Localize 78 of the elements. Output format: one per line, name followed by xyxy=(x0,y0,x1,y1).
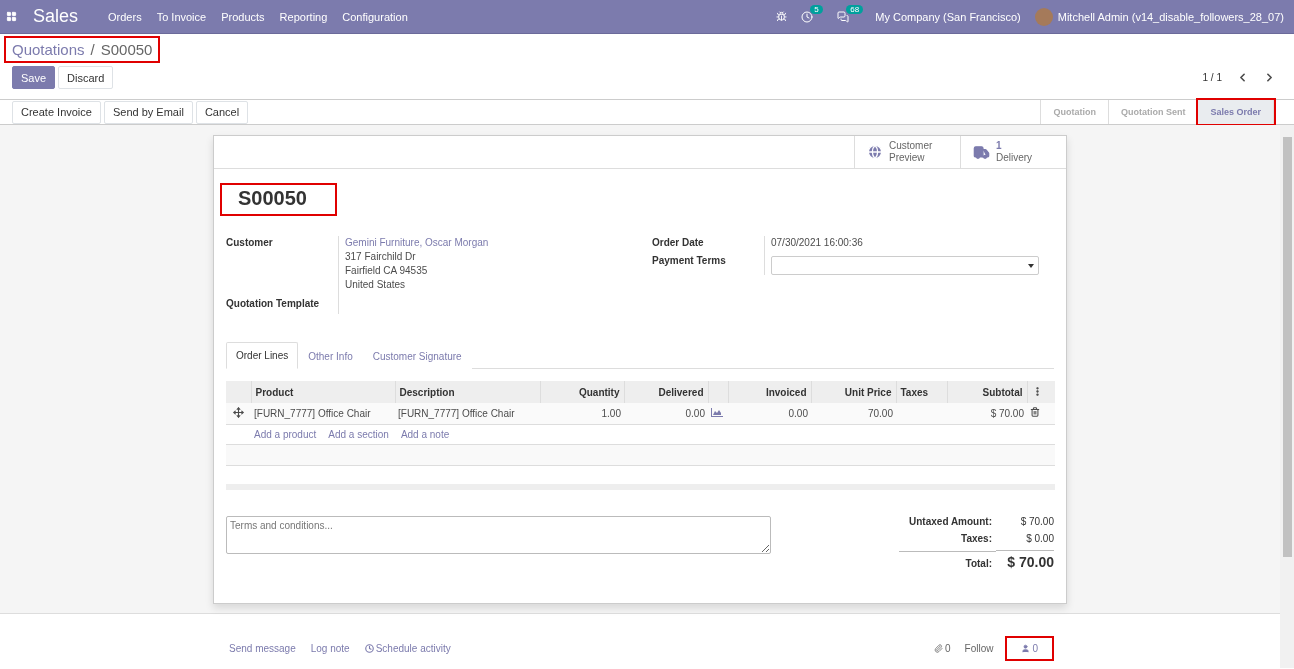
column-header[interactable]: Taxes xyxy=(896,381,947,403)
attachments-button[interactable]: 0 xyxy=(933,642,951,654)
column-header[interactable]: Invoiced xyxy=(728,381,811,403)
clock-icon xyxy=(364,643,374,653)
add-line-link[interactable]: Add a section xyxy=(328,428,389,440)
menu-item[interactable]: Orders xyxy=(108,10,142,23)
person-icon xyxy=(1021,643,1031,653)
table-cell: 0.00 xyxy=(624,403,708,424)
status-step[interactable]: Sales Order xyxy=(1198,100,1274,124)
message-count: 68 xyxy=(846,4,864,14)
discard-button[interactable]: Discard xyxy=(58,66,114,89)
total-label: Untaxed Amount: xyxy=(908,516,993,527)
breadcrumb-current: S00050 xyxy=(100,41,153,58)
pager-counter: 1 / 1 xyxy=(1202,72,1222,83)
chatter-link[interactable]: Log note xyxy=(310,642,350,654)
paperclip-icon xyxy=(933,643,943,653)
field-label: Order Date xyxy=(652,236,705,250)
delivery-button[interactable]: 1 Delivery xyxy=(960,136,1066,168)
terms-field[interactable]: Terms and conditions... xyxy=(226,516,771,554)
total-value: $ 70.00 xyxy=(996,550,1054,570)
trash-icon[interactable] xyxy=(1030,407,1040,418)
clock-icon[interactable] xyxy=(801,10,814,23)
total-label: Taxes: xyxy=(960,533,993,544)
menu-item[interactable]: Configuration xyxy=(342,10,408,23)
column-header[interactable]: Delivered xyxy=(624,381,708,403)
column-header[interactable]: Unit Price xyxy=(811,381,896,403)
address-line: United States xyxy=(345,278,407,292)
action-button[interactable]: Cancel xyxy=(195,100,249,124)
apps-menu-icon[interactable] xyxy=(6,11,17,22)
add-line-link[interactable]: Add a product xyxy=(254,428,317,440)
total-value: $ 70.00 xyxy=(1019,516,1054,527)
user-menu[interactable]: Mitchell Admin (v14_disable_followers_28_07) xyxy=(1057,10,1284,23)
address-line: Fairfield CA 94535 xyxy=(345,264,429,278)
follow-button[interactable]: Follow xyxy=(964,642,994,654)
address-line: 317 Fairchild Dr xyxy=(345,250,417,264)
followers-button[interactable]: 0 xyxy=(1007,637,1052,659)
table-cell: 0.00 xyxy=(728,403,811,424)
schedule-activity-link[interactable]: Schedule activity xyxy=(364,642,451,654)
tab[interactable]: Order Lines xyxy=(226,342,299,369)
globe-icon xyxy=(867,144,883,160)
table-cell: [FURN_7777] Office Chair xyxy=(395,403,540,424)
caret-icon xyxy=(1028,263,1034,268)
breadcrumb-separator: / xyxy=(90,41,95,58)
breadcrumb-link[interactable]: Quotations xyxy=(12,41,85,58)
table-cell: [FURN_7777] Office Chair xyxy=(251,403,395,424)
menu-item[interactable]: Reporting xyxy=(279,10,328,23)
record-title: S00050 xyxy=(222,185,335,214)
add-line-link[interactable]: Add a note xyxy=(400,428,450,440)
save-button[interactable]: Save xyxy=(12,66,56,89)
total-label: Total: xyxy=(899,551,996,569)
truck-icon xyxy=(973,143,990,161)
field-label: Payment Terms xyxy=(652,254,727,268)
chat-icon[interactable] xyxy=(837,10,850,23)
company-switcher[interactable]: My Company (San Francisco) xyxy=(875,10,1021,23)
table-cell: 1.00 xyxy=(540,403,624,424)
bug-icon[interactable] xyxy=(776,11,788,22)
scrollbar[interactable] xyxy=(1280,125,1294,668)
table-cell: 70.00 xyxy=(811,403,896,424)
field-label: Customer xyxy=(226,236,274,250)
action-button[interactable]: Create Invoice xyxy=(12,100,101,124)
customer-preview-button[interactable]: Customer Preview xyxy=(854,136,960,168)
activity-count: 5 xyxy=(810,4,823,14)
column-header[interactable]: Product xyxy=(251,381,395,403)
column-header[interactable]: Subtotal xyxy=(947,381,1027,403)
customer-link[interactable]: Gemini Furniture, Oscar Morgan xyxy=(345,236,634,250)
drag-handle-icon[interactable] xyxy=(233,406,244,418)
total-value: $ 0.00 xyxy=(1025,533,1054,544)
area-chart-icon[interactable] xyxy=(711,407,723,417)
app-name: Sales xyxy=(33,6,79,27)
column-header[interactable]: Description xyxy=(395,381,540,403)
menu-item[interactable]: Products xyxy=(221,10,265,23)
action-button[interactable]: Send by Email xyxy=(103,100,193,124)
table-cell: $ 70.00 xyxy=(947,403,1027,424)
field-label: Quotation Template xyxy=(226,297,321,311)
order-date-value: 07/30/2021 16:00:36 xyxy=(771,236,864,250)
chatter-link[interactable]: Send message xyxy=(229,642,296,654)
menu-item[interactable]: To Invoice xyxy=(156,10,207,23)
column-header[interactable]: Quantity xyxy=(540,381,624,403)
